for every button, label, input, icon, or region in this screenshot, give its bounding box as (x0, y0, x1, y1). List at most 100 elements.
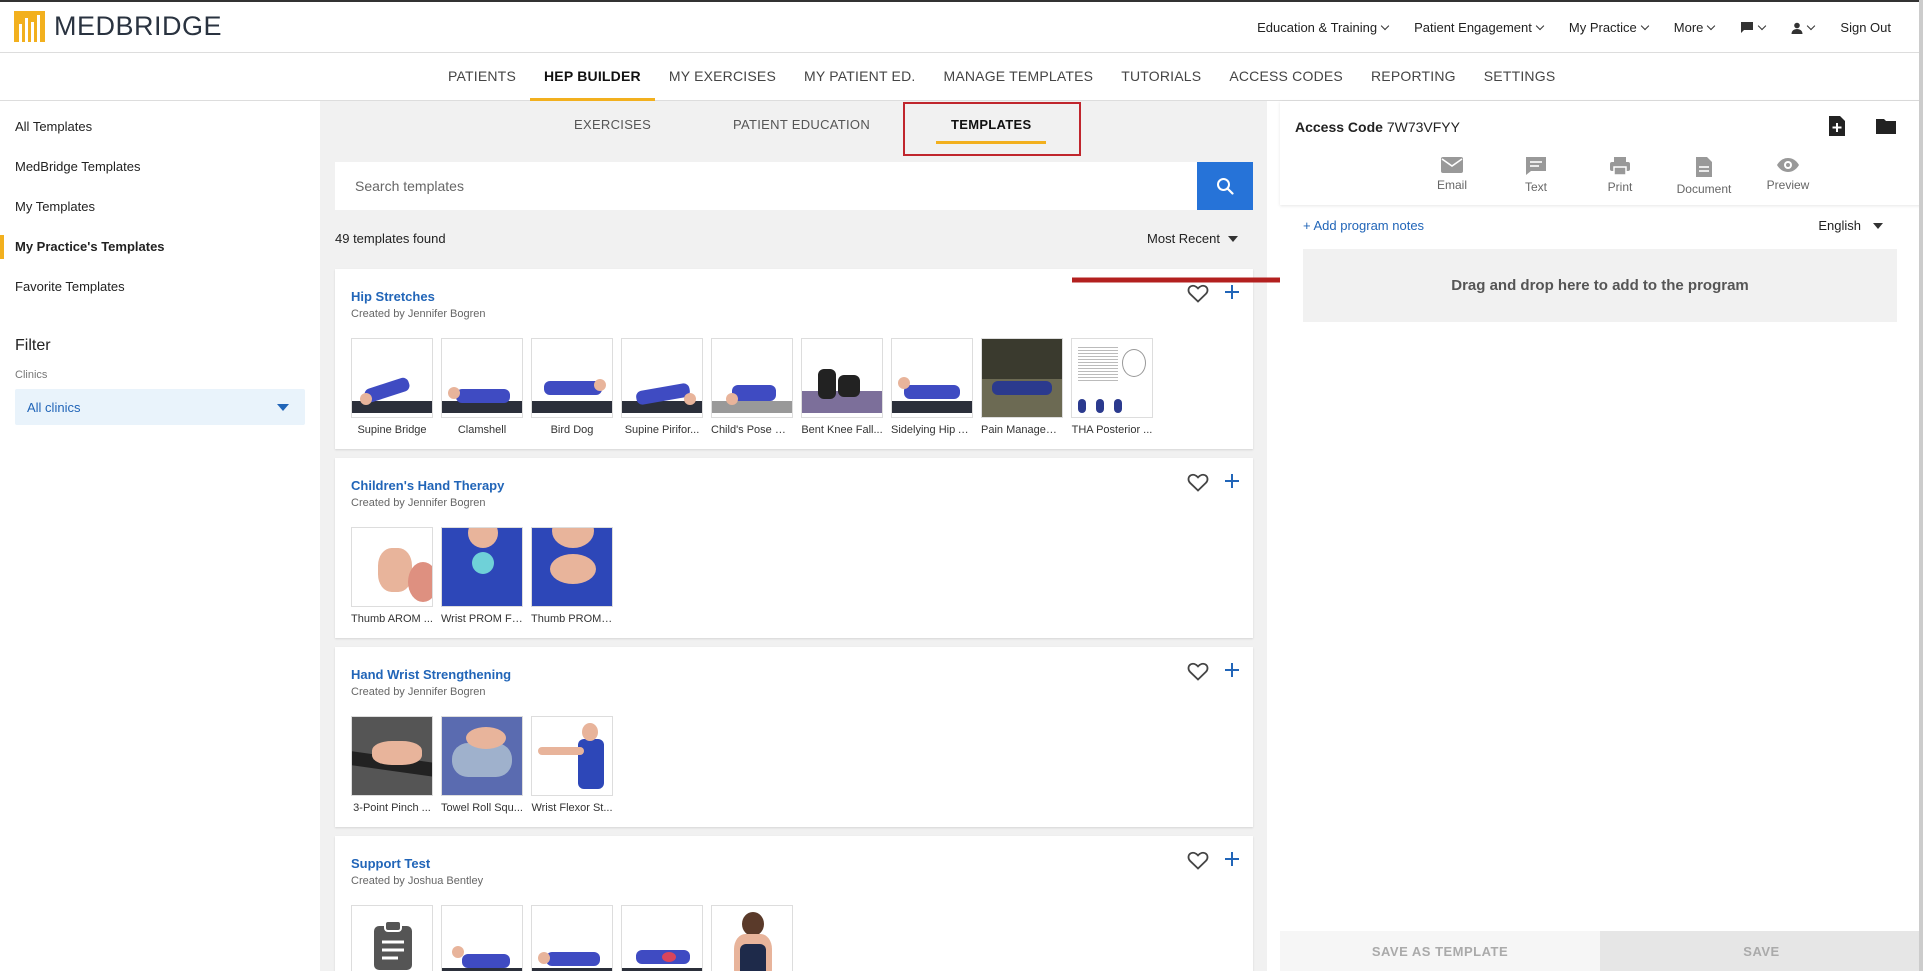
template-thumbnails: 3-Point Pinch ... Towel Roll Squ... Wris… (351, 716, 613, 814)
medbridge-logo[interactable]: MEDBRIDGE (14, 11, 222, 42)
brand-name: MEDBRIDGE (54, 11, 223, 41)
favorite-heart-icon[interactable] (1187, 661, 1209, 686)
save-button[interactable]: SAVE (1600, 931, 1923, 971)
save-as-template-button[interactable]: SAVE AS TEMPLATE (1280, 931, 1600, 971)
exercise-thumbnail[interactable]: 3-Point Pinch ... (351, 716, 433, 814)
template-card[interactable]: Hand Wrist Strengthening Created by Jenn… (335, 647, 1253, 827)
add-plus-icon[interactable] (1223, 850, 1241, 873)
template-title[interactable]: Children's Hand Therapy (351, 478, 504, 493)
sign-out-link[interactable]: Sign Out (1827, 20, 1923, 35)
sidebar-item-favorite-templates[interactable]: Favorite Templates (0, 267, 320, 307)
exercise-thumbnail[interactable]: Pain Managem... (981, 338, 1063, 436)
sidebar-item-practice-templates[interactable]: My Practice's Templates (0, 227, 320, 267)
favorite-heart-icon[interactable] (1187, 472, 1209, 497)
text-action[interactable]: Text (1494, 156, 1578, 196)
preview-action[interactable]: Preview (1746, 156, 1830, 196)
action-label: Text (1524, 180, 1547, 194)
search-input[interactable] (335, 162, 1197, 210)
search-button[interactable] (1197, 162, 1253, 210)
sidebar-item-medbridge-templates[interactable]: MedBridge Templates (0, 147, 320, 187)
exercise-image (351, 527, 433, 607)
eye-icon (1777, 158, 1799, 172)
template-thumbnails: Supine Bridge Clamshell Bird Dog Supine … (351, 338, 1153, 436)
chat-icon (1741, 22, 1754, 33)
chevron-down-icon (1807, 21, 1816, 31)
action-label: Print (1607, 180, 1633, 194)
exercise-thumbnail[interactable]: Supine Bridge (351, 338, 433, 436)
sort-dropdown[interactable]: Most Recent (1147, 231, 1238, 246)
exercise-thumbnail[interactable] (621, 905, 703, 971)
medbridge-logo-icon (14, 11, 45, 42)
exercise-thumbnail[interactable]: Thumb AROM ... (351, 527, 433, 625)
email-action[interactable]: Email (1410, 156, 1494, 196)
exercise-thumbnail[interactable] (711, 905, 793, 971)
exercise-thumbnail[interactable]: THA Posterior ... (1071, 338, 1153, 436)
exercise-thumbnail[interactable]: Thumb PROM ... (531, 527, 613, 625)
subtab-exercises[interactable]: EXERCISES (574, 117, 651, 132)
subtab-patient-education[interactable]: PATIENT EDUCATION (733, 117, 870, 132)
tab-access-codes[interactable]: ACCESS CODES (1215, 53, 1357, 100)
add-plus-icon[interactable] (1223, 472, 1241, 495)
add-program-notes-link[interactable]: + Add program notes (1303, 218, 1424, 233)
exercise-image (1071, 338, 1153, 418)
add-plus-icon[interactable] (1223, 661, 1241, 684)
template-card[interactable]: Children's Hand Therapy Created by Jenni… (335, 458, 1253, 638)
tab-tutorials[interactable]: TUTORIALS (1107, 53, 1215, 100)
exercise-thumbnail[interactable]: Sidelying Hip A... (891, 338, 973, 436)
sort-value: Most Recent (1147, 231, 1220, 246)
exercise-thumbnail[interactable]: Wrist Flexor St... (531, 716, 613, 814)
program-header: Access Code 7W73VFYY Email Text Print Do… (1280, 101, 1923, 205)
exercise-caption: Wrist Flexor St... (531, 802, 613, 814)
favorite-heart-icon[interactable] (1187, 850, 1209, 875)
access-code: Access Code 7W73VFYY (1295, 119, 1460, 135)
exercise-caption: Supine Pirifor... (624, 424, 700, 436)
template-title[interactable]: Support Test (351, 856, 430, 871)
tab-hep-builder[interactable]: HEP BUILDER (529, 53, 655, 101)
tab-my-exercises[interactable]: MY EXERCISES (655, 53, 790, 100)
language-dropdown[interactable]: English (1818, 218, 1883, 233)
nav-education-training[interactable]: Education & Training (1244, 20, 1401, 35)
sidebar-item-all-templates[interactable]: All Templates (0, 107, 320, 147)
nav-my-practice[interactable]: My Practice (1556, 20, 1661, 35)
program-footer: SAVE AS TEMPLATE SAVE (1280, 931, 1923, 971)
template-title[interactable]: Hand Wrist Strengthening (351, 667, 511, 682)
exercise-thumbnail[interactable]: Supine Pirifor... (621, 338, 703, 436)
program-dropzone[interactable]: Drag and drop here to add to the program (1303, 249, 1897, 322)
exercise-thumbnail[interactable]: Towel Roll Squ... (441, 716, 523, 814)
exercise-thumbnail[interactable]: Clamshell (441, 338, 523, 436)
tab-my-patient-ed[interactable]: MY PATIENT ED. (790, 53, 929, 100)
new-document-icon[interactable] (1828, 115, 1846, 142)
print-icon (1610, 157, 1630, 176)
exercise-thumbnail[interactable]: Bent Knee Fall... (801, 338, 883, 436)
template-card[interactable]: Support Test Created by Joshua Bentley (335, 836, 1253, 971)
nav-patient-engagement[interactable]: Patient Engagement (1401, 20, 1556, 35)
nav-messages[interactable] (1727, 21, 1778, 34)
sidebar-item-my-templates[interactable]: My Templates (0, 187, 320, 227)
clinics-select[interactable]: All clinics (15, 389, 305, 425)
exercise-caption: Towel Roll Squ... (441, 802, 523, 814)
tab-manage-templates[interactable]: MANAGE TEMPLATES (929, 53, 1107, 100)
print-action[interactable]: Print (1578, 156, 1662, 196)
document-action[interactable]: Document (1662, 156, 1746, 196)
exercise-thumbnail[interactable] (441, 905, 523, 971)
results-count: 49 templates found (335, 231, 446, 246)
nav-more[interactable]: More (1661, 20, 1728, 35)
exercise-thumbnail[interactable]: Child's Pose St... (711, 338, 793, 436)
exercise-thumbnail[interactable] (351, 905, 433, 971)
user-icon (1791, 22, 1803, 34)
template-author: Created by Joshua Bentley (351, 875, 484, 887)
tab-settings[interactable]: SETTINGS (1470, 53, 1570, 100)
folder-icon[interactable] (1875, 115, 1897, 140)
exercise-thumbnail[interactable]: Wrist PROM Fl... (441, 527, 523, 625)
exercise-caption: Sidelying Hip A... (891, 424, 973, 436)
access-code-value: 7W73VFYY (1386, 119, 1460, 135)
exercise-caption: Supine Bridge (357, 424, 427, 436)
exercise-thumbnail[interactable]: Bird Dog (531, 338, 613, 436)
tab-reporting[interactable]: REPORTING (1357, 53, 1470, 100)
exercise-thumbnail[interactable] (531, 905, 613, 971)
page-scrollbar[interactable] (1919, 0, 1923, 971)
exercise-image (531, 905, 613, 971)
tab-patients[interactable]: PATIENTS (434, 53, 530, 100)
template-title[interactable]: Hip Stretches (351, 289, 435, 304)
nav-account[interactable] (1778, 21, 1827, 34)
